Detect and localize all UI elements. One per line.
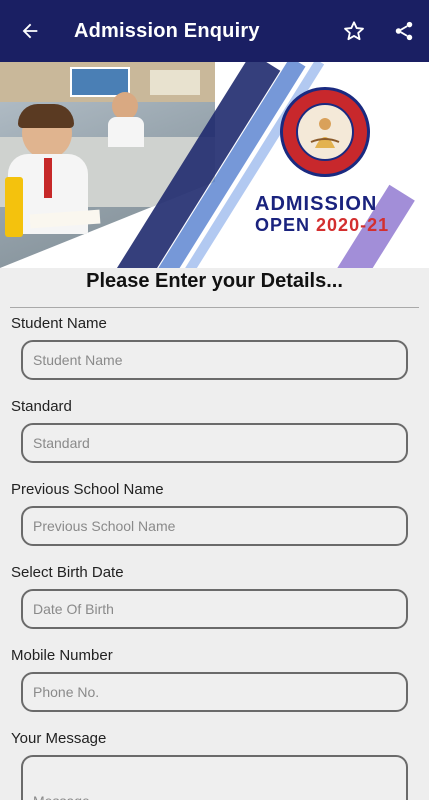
decorative-stripes bbox=[60, 62, 429, 268]
admission-open-year: OPEN 2020-21 bbox=[255, 215, 390, 235]
admission-year: 2020-21 bbox=[316, 215, 390, 235]
school-logo bbox=[280, 87, 370, 177]
page-title: Admission Enquiry bbox=[74, 19, 260, 42]
share-icon bbox=[395, 21, 413, 41]
favorite-button[interactable] bbox=[329, 0, 379, 62]
birth-date-input[interactable] bbox=[21, 589, 408, 629]
mobile-number-input[interactable] bbox=[21, 672, 408, 712]
message-label: Your Message bbox=[11, 730, 107, 747]
admission-banner: ADMISSION OPEN 2020-21 bbox=[0, 62, 429, 268]
goddess-emblem-icon bbox=[310, 118, 340, 148]
standard-label: Standard bbox=[11, 398, 72, 415]
divider bbox=[10, 307, 419, 308]
arrow-left-icon bbox=[22, 23, 38, 39]
student-name-input[interactable] bbox=[21, 340, 408, 380]
previous-school-label: Previous School Name bbox=[11, 481, 164, 498]
share-button[interactable] bbox=[379, 0, 429, 62]
app-bar: Admission Enquiry bbox=[0, 0, 429, 62]
form-heading: Please Enter your Details... bbox=[86, 270, 343, 292]
mobile-number-label: Mobile Number bbox=[11, 647, 113, 664]
message-input[interactable] bbox=[21, 755, 408, 800]
star-outline-icon bbox=[344, 21, 364, 41]
back-button[interactable] bbox=[0, 0, 60, 62]
student-name-label: Student Name bbox=[11, 315, 107, 332]
admission-headline: ADMISSION bbox=[255, 193, 378, 215]
previous-school-input[interactable] bbox=[21, 506, 408, 546]
standard-input[interactable] bbox=[21, 423, 408, 463]
birth-date-label: Select Birth Date bbox=[11, 564, 124, 581]
